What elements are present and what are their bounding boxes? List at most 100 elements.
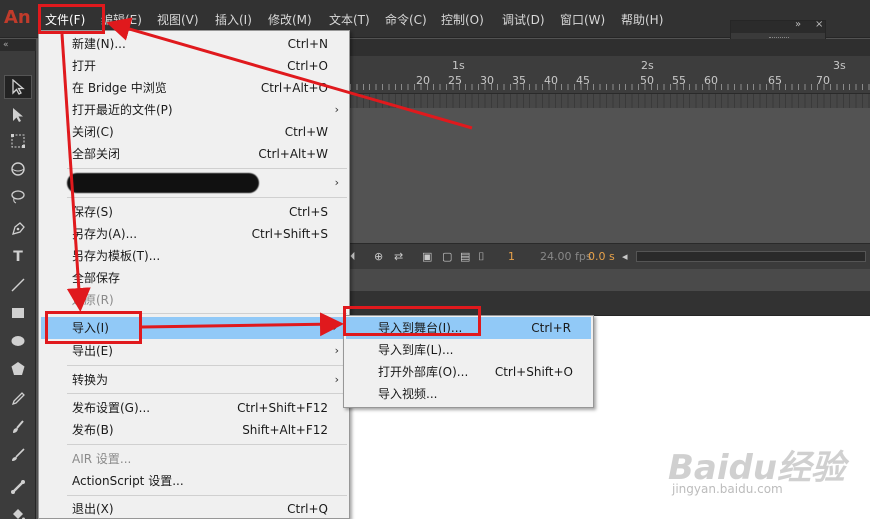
- menu-item-shortcut: Ctrl+Shift+O: [494, 365, 573, 379]
- menu-item-shortcut: Ctrl+Alt+W: [258, 147, 328, 161]
- frame-rate[interactable]: 24.00 fps: [540, 250, 592, 263]
- menu-item-open-external-library[interactable]: 打开外部库(O)... Ctrl+Shift+O: [344, 361, 593, 383]
- menu-item-browse-bridge[interactable]: 在 Bridge 中浏览 Ctrl+Alt+O: [39, 77, 349, 99]
- menu-item-label: 在 Bridge 中浏览: [72, 81, 167, 95]
- menu-separator: [67, 197, 347, 198]
- menu-commands[interactable]: 命令(C): [385, 11, 427, 29]
- menu-modify[interactable]: 修改(M): [268, 11, 312, 29]
- collapse-icon[interactable]: »: [795, 19, 801, 30]
- menu-item-label: 退出(X): [72, 502, 114, 516]
- menu-item-label: 还原(R): [72, 293, 114, 307]
- menu-item-label: 打开: [72, 59, 97, 73]
- menu-item-label: 打开外部库(O)...: [378, 365, 469, 379]
- menu-item-air-settings[interactable]: AIR 设置...: [39, 448, 349, 470]
- menu-window[interactable]: 窗口(W): [560, 11, 605, 29]
- paint-bucket-tool-icon[interactable]: [4, 503, 32, 519]
- timeline-frames[interactable]: [350, 94, 870, 108]
- menu-item-close-all[interactable]: 全部关闭 Ctrl+Alt+W: [39, 143, 349, 165]
- menu-view[interactable]: 视图(V): [157, 11, 199, 29]
- menu-item-save-all[interactable]: 全部保存: [39, 267, 349, 289]
- timeline-controls: ⏴ ⊕ ⇄ ▣ ▢ ▤ ⌷ 1 24.00 fps 0.0 s ◂: [350, 243, 870, 269]
- timeline-layers-area[interactable]: [350, 108, 870, 243]
- menu-item-exit[interactable]: 退出(X) Ctrl+Q: [39, 498, 349, 519]
- second-label: 1s: [452, 59, 465, 72]
- timeline-tabbar: [350, 39, 870, 56]
- close-icon[interactable]: ×: [815, 19, 823, 30]
- pen-tool-icon[interactable]: [4, 217, 32, 241]
- menu-item-save-as-template[interactable]: 另存为模板(T)...: [39, 245, 349, 267]
- menu-item-label: 转换为: [72, 373, 109, 387]
- menu-item-shortcut: Ctrl+O: [287, 59, 328, 73]
- menu-item-save[interactable]: 保存(S) Ctrl+S: [39, 201, 349, 223]
- menu-item-convert-to[interactable]: 转换为 ›: [39, 369, 349, 391]
- second-label: 2s: [641, 59, 654, 72]
- menu-item-revert[interactable]: 还原(R): [39, 289, 349, 311]
- pencil-tool-icon[interactable]: [4, 387, 32, 411]
- submenu-arrow-icon: ›: [334, 103, 339, 116]
- menu-insert[interactable]: 插入(I): [215, 11, 252, 29]
- menu-edit[interactable]: 编辑(E): [101, 11, 142, 29]
- animate-logo: An: [4, 7, 31, 28]
- menu-separator: [67, 444, 347, 445]
- onion-skin-icon[interactable]: ▣: [422, 250, 432, 263]
- menu-item-shortcut: Ctrl+Q: [287, 502, 328, 516]
- current-frame[interactable]: 1: [508, 250, 515, 263]
- text-tool-icon[interactable]: T: [4, 245, 32, 269]
- free-transform-tool-icon[interactable]: [4, 129, 32, 153]
- menu-separator: [67, 495, 347, 496]
- menu-item-open[interactable]: 打开 Ctrl+O: [39, 55, 349, 77]
- submenu-arrow-icon: ›: [334, 344, 339, 357]
- submenu-arrow-icon: ›: [332, 321, 337, 334]
- menu-item-label: 打开最近的文件(P): [72, 103, 173, 117]
- menu-item-label: 发布设置(G)...: [72, 401, 151, 415]
- elapsed-time[interactable]: 0.0 s: [588, 250, 615, 263]
- menu-item-publish-settings[interactable]: 发布设置(G)... Ctrl+Shift+F12: [39, 397, 349, 419]
- paint-brush-tool-icon[interactable]: [4, 415, 32, 439]
- menu-item-shortcut: Ctrl+Shift+F12: [237, 401, 328, 415]
- menu-text[interactable]: 文本(T): [329, 11, 370, 29]
- lasso-tool-icon[interactable]: [4, 185, 32, 209]
- timeline-scrollbar[interactable]: [636, 251, 866, 262]
- bone-tool-icon[interactable]: [4, 475, 32, 499]
- menu-item-shortcut: Ctrl+R: [531, 321, 571, 335]
- rectangle-tool-icon[interactable]: [4, 301, 32, 325]
- edit-multiple-icon[interactable]: ▤: [460, 250, 470, 263]
- 3d-rotation-tool-icon[interactable]: [4, 157, 32, 181]
- menu-help[interactable]: 帮助(H): [621, 11, 663, 29]
- menu-item-label: 全部保存: [72, 271, 121, 285]
- output-panel-titlebar[interactable]: » ×: [731, 19, 825, 33]
- menu-item-save-as[interactable]: 另存为(A)... Ctrl+Shift+S: [39, 223, 349, 245]
- oval-tool-icon[interactable]: [4, 329, 32, 353]
- menu-separator: [67, 168, 347, 169]
- scroll-left-icon[interactable]: ◂: [622, 250, 628, 263]
- menu-item-label: 导入视频...: [378, 387, 438, 401]
- menu-control[interactable]: 控制(O): [441, 11, 484, 29]
- menu-debug[interactable]: 调试(D): [502, 11, 545, 29]
- menu-item-label: 关闭(C): [72, 125, 114, 139]
- menu-item-label: 保存(S): [72, 205, 113, 219]
- second-label: 3s: [833, 59, 846, 72]
- modify-markers-icon[interactable]: ⌷: [478, 250, 485, 264]
- center-frame-icon[interactable]: ⊕: [374, 250, 383, 263]
- toolbar-collapse-icon[interactable]: «: [0, 39, 36, 51]
- timeline-ruler[interactable]: 1s 2s 3s 20 25 30 35 40 45 50 55 60 65 7…: [350, 56, 870, 94]
- step-back-icon[interactable]: ⏴: [350, 250, 356, 264]
- polystar-tool-icon[interactable]: [4, 357, 32, 381]
- menu-item-import-to-library[interactable]: 导入到库(L)...: [344, 339, 593, 361]
- line-tool-icon[interactable]: [4, 273, 32, 297]
- selection-tool-icon[interactable]: [4, 75, 32, 99]
- menu-separator: [67, 393, 347, 394]
- brush-tool-icon[interactable]: [4, 443, 32, 467]
- menu-item-label: AIR 设置...: [72, 452, 132, 466]
- menu-item-import-video[interactable]: 导入视频...: [344, 383, 593, 405]
- menu-item-close[interactable]: 关闭(C) Ctrl+W: [39, 121, 349, 143]
- menu-item-new[interactable]: 新建(N)... Ctrl+N: [39, 33, 349, 55]
- onion-outline-icon[interactable]: ▢: [442, 250, 452, 263]
- menu-item-open-recent[interactable]: 打开最近的文件(P) ›: [39, 99, 349, 121]
- annotation-box-import: [45, 311, 142, 344]
- subselection-tool-icon[interactable]: [4, 103, 32, 127]
- menu-item-label: 另存为模板(T)...: [72, 249, 161, 263]
- loop-icon[interactable]: ⇄: [394, 250, 403, 263]
- menu-item-actionscript-settings[interactable]: ActionScript 设置...: [39, 470, 349, 492]
- menu-item-publish[interactable]: 发布(B) Shift+Alt+F12: [39, 419, 349, 441]
